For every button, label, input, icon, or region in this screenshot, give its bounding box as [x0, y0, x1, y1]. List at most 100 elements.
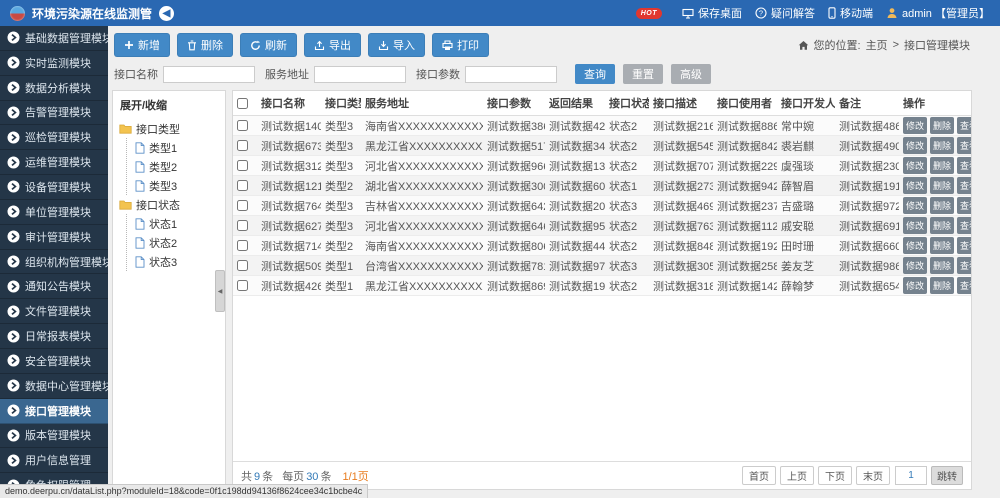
tree-leaf-1-1[interactable]: 状态2: [135, 233, 225, 252]
table-row: 测试数据7141类型2海南省XXXXXXXXXXXXXXXX测试数据8061测试…: [233, 236, 971, 256]
view-button[interactable]: 查看: [957, 237, 971, 254]
header-link-2[interactable]: 移动端: [828, 5, 873, 21]
delete-button[interactable]: 删除: [930, 177, 954, 194]
breadcrumb-home-link[interactable]: 主页: [866, 37, 888, 53]
row-checkbox[interactable]: [237, 280, 248, 291]
delete-button[interactable]: 删除: [930, 157, 954, 174]
tree-leaf-0-1[interactable]: 类型2: [135, 157, 225, 176]
cell: 裘岩麒: [777, 136, 835, 156]
delete-button[interactable]: 删除: [930, 237, 954, 254]
cell: 黑龙江省XXXXXXXXXXXXXXXX: [361, 276, 483, 296]
edit-button[interactable]: 修改: [903, 277, 927, 294]
delete-button[interactable]: 删除: [930, 117, 954, 134]
filter-label: 服务地址: [265, 66, 309, 82]
add-button[interactable]: 新增: [114, 33, 170, 57]
sidebar-item-11[interactable]: 文件管理模块: [0, 299, 108, 324]
edit-button[interactable]: 修改: [903, 177, 927, 194]
sidebar-item-6[interactable]: 设备管理模块: [0, 175, 108, 200]
delete-button[interactable]: 删除: [930, 257, 954, 274]
sidebar-item-5[interactable]: 运维管理模块: [0, 150, 108, 175]
edit-button[interactable]: 修改: [903, 117, 927, 134]
reset-button[interactable]: 重置: [623, 64, 663, 84]
row-checkbox[interactable]: [237, 260, 248, 271]
page-jump-input[interactable]: [895, 466, 927, 485]
view-button[interactable]: 查看: [957, 137, 971, 154]
sidebar-item-7[interactable]: 单位管理模块: [0, 200, 108, 225]
row-checkbox[interactable]: [237, 140, 248, 151]
tree-leaf-1-2[interactable]: 状态3: [135, 252, 225, 271]
view-button[interactable]: 查看: [957, 197, 971, 214]
sidebar-item-12[interactable]: 日常报表模块: [0, 324, 108, 349]
edit-button[interactable]: 修改: [903, 257, 927, 274]
sidebar-item-2[interactable]: 数据分析模块: [0, 76, 108, 101]
next-page-button[interactable]: 下页: [818, 466, 852, 485]
tree-leaf-0-0[interactable]: 类型1: [135, 138, 225, 157]
delete-button[interactable]: 删除: [930, 197, 954, 214]
row-checkbox[interactable]: [237, 240, 248, 251]
panel-collapse-handle[interactable]: ◀: [215, 270, 225, 312]
tree-leaf-1-0[interactable]: 状态1: [135, 214, 225, 233]
tree-leaf-0-2[interactable]: 类型3: [135, 176, 225, 195]
view-button[interactable]: 查看: [957, 277, 971, 294]
export-button[interactable]: 导出: [304, 33, 361, 57]
chevron-circle-icon: [7, 230, 20, 243]
sidebar-item-label: 安全管理模块: [25, 353, 91, 369]
sidebar-item-3[interactable]: 告警管理模块: [0, 101, 108, 126]
view-button[interactable]: 查看: [957, 257, 971, 274]
table-panel: 接口名称接口类型服务地址接口参数返回结果接口状态接口描述接口使用者接口开发人员备…: [232, 90, 972, 490]
interface-param-input[interactable]: [465, 66, 557, 83]
row-checkbox[interactable]: [237, 120, 248, 131]
cell: 测试数据7815: [483, 256, 545, 276]
tree-folder-1[interactable]: 接口状态: [119, 195, 225, 214]
sidebar-item-14[interactable]: 数据中心管理模块: [0, 374, 108, 399]
toolbar-button-label: 刷新: [265, 37, 287, 53]
header-link-0[interactable]: 保存桌面: [682, 5, 742, 21]
edit-button[interactable]: 修改: [903, 237, 927, 254]
delete-button[interactable]: 删除: [177, 33, 233, 57]
row-checkbox[interactable]: [237, 200, 248, 211]
row-checkbox[interactable]: [237, 220, 248, 231]
search-button[interactable]: 查询: [575, 64, 615, 84]
delete-button[interactable]: 删除: [930, 137, 954, 154]
breadcrumb-current: 接口管理模块: [904, 37, 970, 53]
import-button[interactable]: 导入: [368, 33, 425, 57]
sidebar-item-8[interactable]: 审计管理模块: [0, 225, 108, 250]
delete-button[interactable]: 删除: [930, 217, 954, 234]
print-button[interactable]: 打印: [432, 33, 489, 57]
edit-button[interactable]: 修改: [903, 197, 927, 214]
cell: 状态2: [605, 116, 649, 136]
page-jump-button[interactable]: 跳转: [931, 466, 963, 485]
sidebar-item-16[interactable]: 版本管理模块: [0, 424, 108, 449]
delete-button[interactable]: 删除: [930, 277, 954, 294]
row-checkbox[interactable]: [237, 180, 248, 191]
header-link-1[interactable]: ?疑问解答: [755, 5, 815, 21]
view-button[interactable]: 查看: [957, 217, 971, 234]
view-button[interactable]: 查看: [957, 177, 971, 194]
prev-page-button[interactable]: 上页: [780, 466, 814, 485]
sidebar-item-9[interactable]: 组织机构管理模块: [0, 250, 108, 275]
sidebar-item-17[interactable]: 用户信息管理: [0, 448, 108, 473]
select-all-checkbox[interactable]: [237, 98, 248, 109]
back-arrow-icon[interactable]: ◀: [159, 6, 174, 21]
tree-folder-0[interactable]: 接口类型: [119, 119, 225, 138]
advanced-button[interactable]: 高级: [671, 64, 711, 84]
first-page-button[interactable]: 首页: [742, 466, 776, 485]
interface-name-input[interactable]: [163, 66, 255, 83]
service-address-input[interactable]: [314, 66, 406, 83]
sidebar-item-15[interactable]: 接口管理模块: [0, 399, 108, 424]
refresh-button[interactable]: 刷新: [240, 33, 297, 57]
header-link-3[interactable]: admin 【管理员】: [886, 5, 990, 21]
view-button[interactable]: 查看: [957, 117, 971, 134]
row-checkbox[interactable]: [237, 160, 248, 171]
tree-header[interactable]: 展开/收缩: [120, 97, 225, 113]
sidebar-item-13[interactable]: 安全管理模块: [0, 349, 108, 374]
sidebar-item-10[interactable]: 通知公告模块: [0, 274, 108, 299]
view-button[interactable]: 查看: [957, 157, 971, 174]
sidebar-item-1[interactable]: 实时监测模块: [0, 51, 108, 76]
edit-button[interactable]: 修改: [903, 217, 927, 234]
last-page-button[interactable]: 末页: [856, 466, 890, 485]
sidebar-item-4[interactable]: 巡检管理模块: [0, 125, 108, 150]
edit-button[interactable]: 修改: [903, 137, 927, 154]
sidebar-item-0[interactable]: 基础数据管理模块: [0, 26, 108, 51]
edit-button[interactable]: 修改: [903, 157, 927, 174]
